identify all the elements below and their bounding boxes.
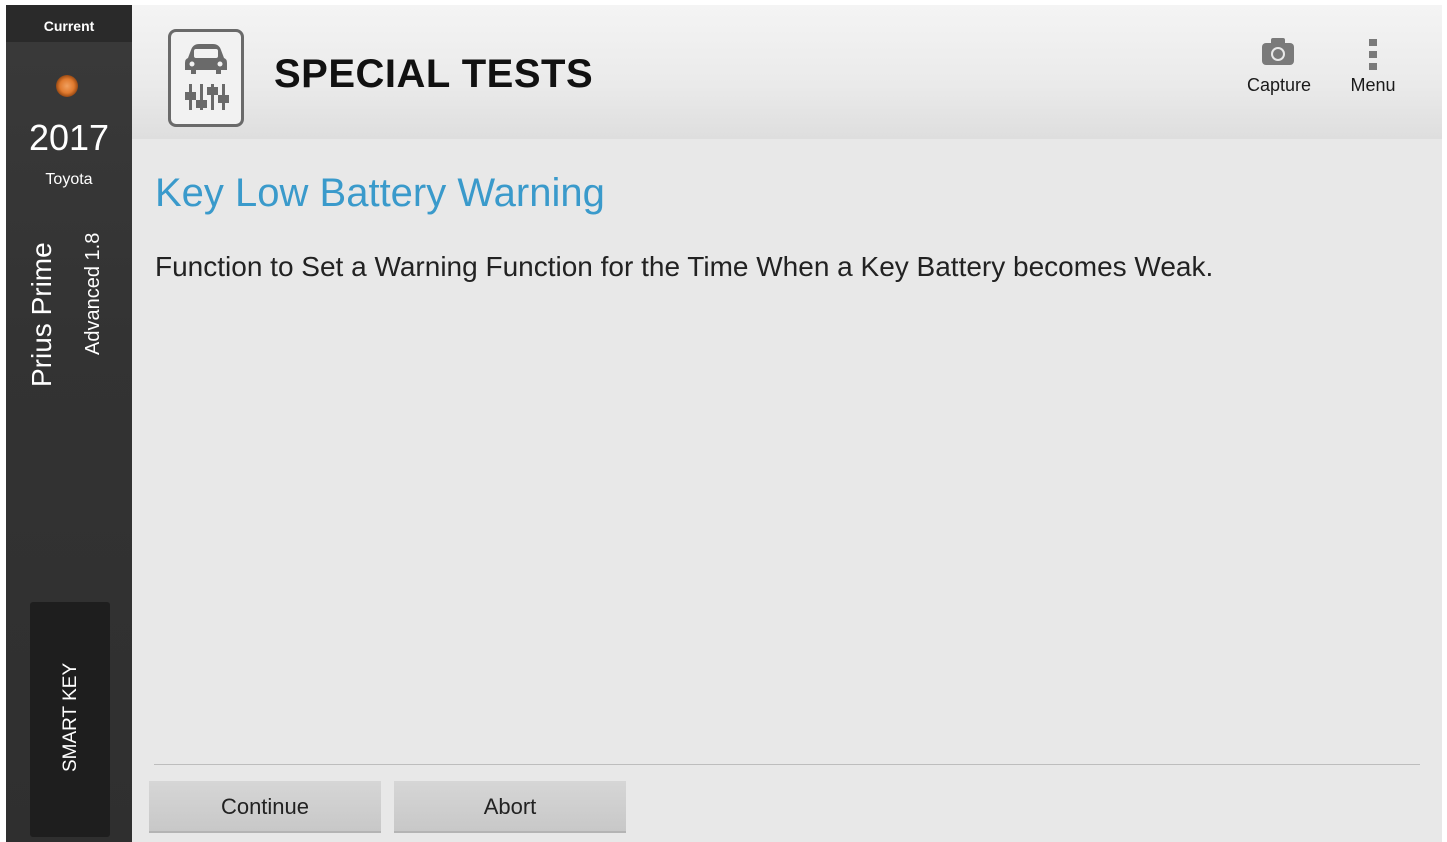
test-description: Function to Set a Warning Function for t… (155, 251, 1214, 282)
continue-button[interactable]: Continue (149, 781, 381, 833)
vehicle-model: Prius Prime (26, 242, 57, 387)
camera-icon (1262, 38, 1294, 65)
vehicle-make: Toyota (45, 171, 93, 188)
divider (154, 764, 1420, 765)
section-title: Key Low Battery Warning (155, 171, 605, 215)
system-tab-label: SMART KEY (60, 662, 81, 772)
vehicle-year: 2017 (28, 117, 110, 158)
car-test-icon (168, 29, 244, 127)
menu-button[interactable]: Menu (1338, 35, 1408, 96)
page-title: SPECIAL TESTS (274, 52, 594, 96)
system-tab-smart-key[interactable]: SMART KEY (30, 602, 110, 837)
main-content: Key Low Battery Warning Function to Set … (132, 139, 1442, 842)
capture-button[interactable]: Capture (1236, 35, 1322, 96)
vehicle-submodel: Advanced 1.8 (82, 232, 104, 355)
current-label: Current (6, 5, 132, 42)
header-bar: SPECIAL TESTS Capture Menu (132, 5, 1442, 139)
vehicle-sidebar: Current 2017 Toyota Prius Prime Advanced… (6, 5, 132, 842)
capture-label: Capture (1246, 75, 1312, 95)
abort-button[interactable]: Abort (394, 781, 626, 833)
menu-label: Menu (1350, 75, 1396, 95)
overflow-menu-icon (1369, 39, 1377, 75)
status-indicator-icon (56, 75, 78, 97)
app-window: Current 2017 Toyota Prius Prime Advanced… (6, 5, 1442, 842)
